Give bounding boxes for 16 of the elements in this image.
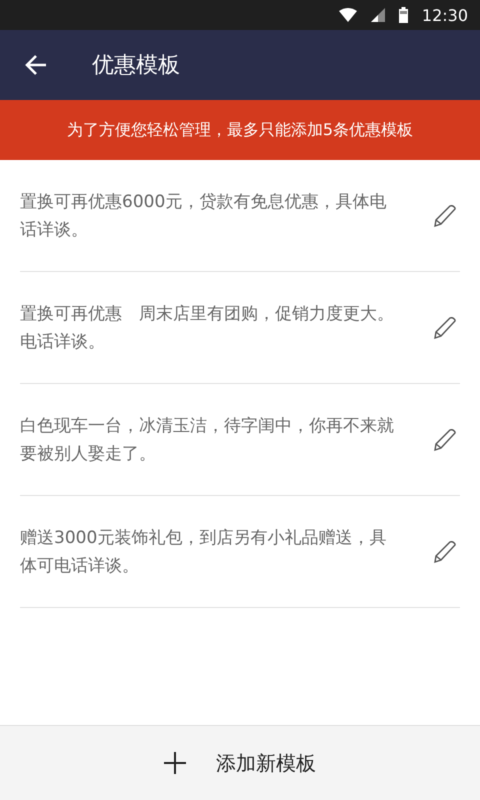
wifi-icon [338, 8, 357, 22]
template-text: 赠送3000元装饰礼包，到店另有小礼品赠送，具体可电话详谈。 [20, 526, 388, 578]
edit-icon[interactable] [432, 426, 458, 452]
template-text: 白色现车一台，冰清玉洁，待字闺中，你再不来就要被别人娶走了。 [20, 414, 395, 466]
edit-icon[interactable] [432, 314, 458, 340]
plus-icon [164, 752, 186, 774]
template-text: 置换可再优惠6000元，贷款有免息优惠，具体电话详谈。 [20, 190, 388, 242]
edit-icon[interactable] [432, 538, 458, 564]
add-template-button[interactable]: 添加新模板 [0, 725, 480, 800]
notice-banner: 为了方便您轻松管理，最多只能添加5条优惠模板 [0, 100, 480, 160]
status-time: 12:30 [422, 6, 468, 24]
edit-icon[interactable] [432, 202, 458, 228]
battery-icon [398, 7, 408, 23]
signal-icon [370, 8, 385, 22]
template-text: 置换可再优惠 周末店里有团购，促销力度更大。电话详谈。 [20, 302, 395, 354]
page-title: 优惠模板 [92, 52, 180, 80]
